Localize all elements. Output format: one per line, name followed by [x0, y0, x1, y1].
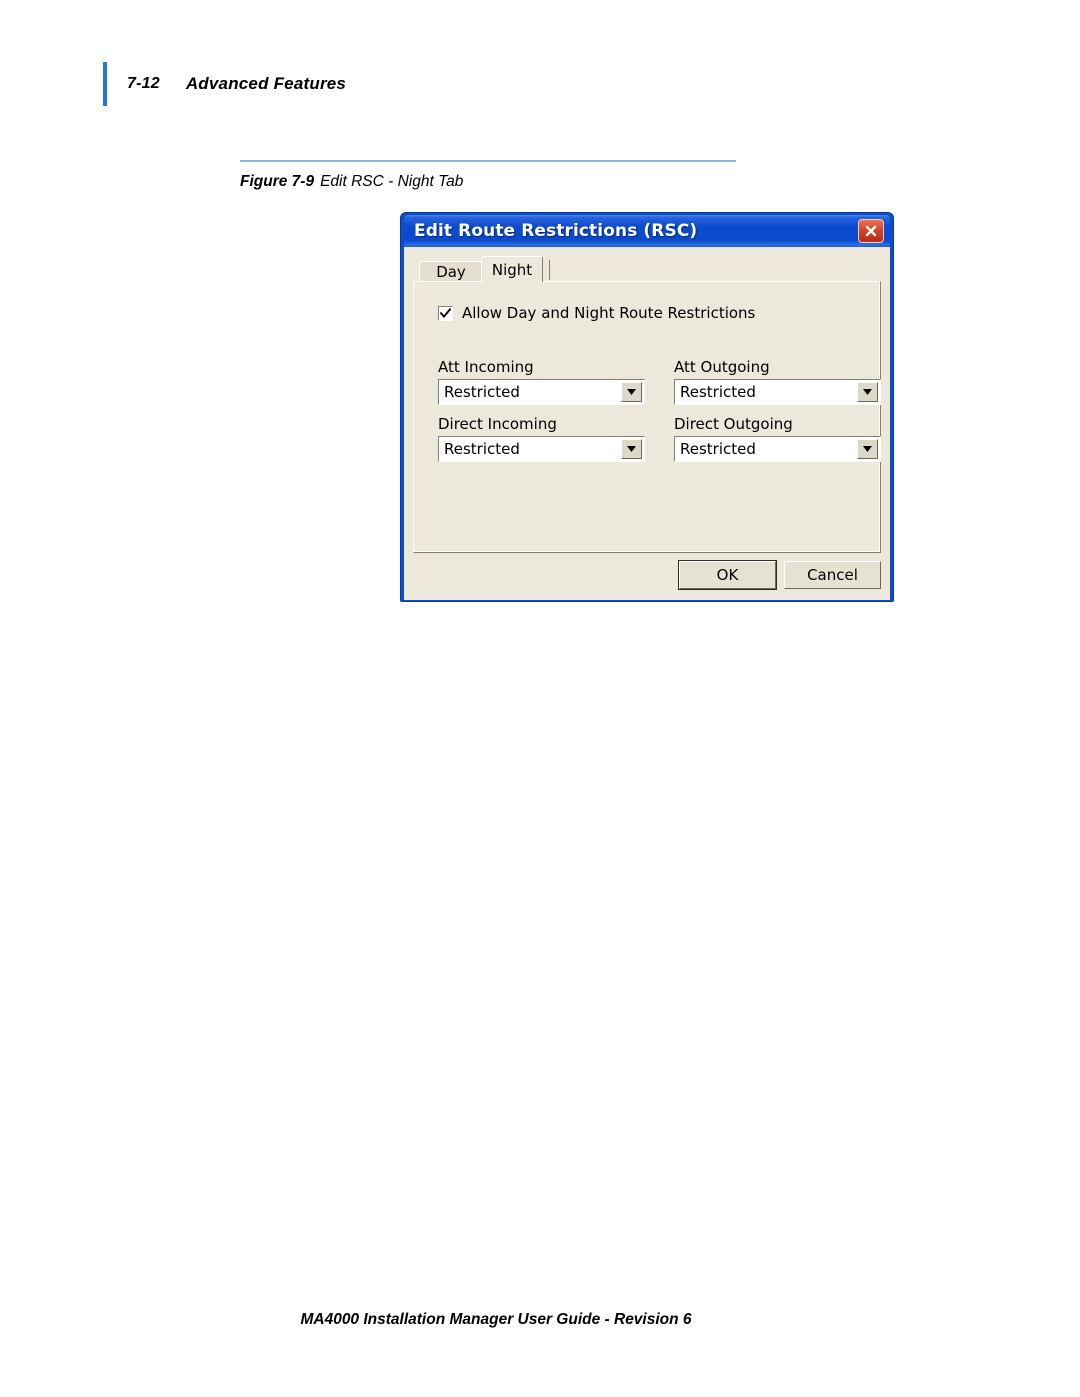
restriction-fields-grid: Att Incoming Restricted Att Outgoing Res…	[438, 358, 881, 462]
tab-night[interactable]: Night	[481, 256, 543, 282]
field-direct-incoming-label: Direct Incoming	[438, 415, 557, 433]
allow-day-night-checkbox[interactable]	[438, 305, 453, 321]
dialog-body: Day Night Allow Day and Night Route Rest…	[404, 247, 890, 600]
att-outgoing-value: Restricted	[680, 383, 756, 401]
tab-strip-end-marker	[549, 260, 550, 280]
att-incoming-select[interactable]: Restricted	[438, 379, 645, 405]
ok-button[interactable]: OK	[678, 560, 777, 590]
allow-day-night-row[interactable]: Allow Day and Night Route Restrictions	[438, 304, 880, 322]
field-att-incoming: Att Incoming Restricted	[438, 358, 668, 405]
dialog-button-row: OK Cancel	[678, 560, 881, 590]
allow-day-night-label: Allow Day and Night Route Restrictions	[462, 304, 756, 322]
figure-caption: Figure 7-9 Edit RSC - Night Tab	[240, 173, 940, 191]
edit-route-restrictions-dialog[interactable]: Edit Route Restrictions (RSC) Day Night	[400, 212, 894, 602]
figure-caption-block: Figure 7-9 Edit RSC - Night Tab	[240, 160, 940, 191]
checkmark-icon	[440, 307, 451, 318]
figure-caption-label: Figure 7-9	[240, 173, 315, 190]
dialog-title-bar[interactable]: Edit Route Restrictions (RSC)	[404, 215, 890, 247]
tab-night-label: Night	[491, 260, 533, 279]
direct-incoming-value: Restricted	[444, 440, 520, 458]
page-footer: MA4000 Installation Manager User Guide -…	[0, 1311, 1080, 1329]
att-incoming-value: Restricted	[444, 383, 520, 401]
figure-caption-title: Edit RSC - Night Tab	[320, 173, 464, 190]
chevron-down-icon[interactable]	[621, 382, 642, 402]
dialog-title: Edit Route Restrictions (RSC)	[414, 221, 698, 241]
chapter-title: Advanced Features	[185, 74, 347, 93]
direct-outgoing-select[interactable]: Restricted	[674, 436, 881, 462]
ok-button-label: OK	[716, 566, 739, 584]
field-direct-outgoing: Direct Outgoing Restricted	[674, 405, 904, 462]
chevron-down-icon[interactable]	[857, 439, 878, 459]
tab-day-label: Day	[436, 263, 466, 281]
page-number: 7-12	[127, 75, 160, 92]
field-direct-outgoing-label: Direct Outgoing	[674, 415, 793, 433]
direct-outgoing-value: Restricted	[680, 440, 756, 458]
caption-divider	[240, 160, 736, 162]
close-icon[interactable]	[858, 219, 884, 243]
header-text-group: 7-12 Advanced Features	[127, 62, 346, 106]
chevron-down-icon[interactable]	[621, 439, 642, 459]
tab-day[interactable]: Day	[419, 261, 483, 282]
att-outgoing-select[interactable]: Restricted	[674, 379, 881, 405]
field-att-outgoing: Att Outgoing Restricted	[674, 358, 904, 405]
header-accent-bar	[103, 62, 107, 106]
footer-text: MA4000 Installation Manager User Guide -…	[300, 1311, 692, 1328]
tab-strip: Day Night	[413, 256, 881, 282]
night-tab-panel: Allow Day and Night Route Restrictions A…	[413, 281, 881, 553]
direct-incoming-select[interactable]: Restricted	[438, 436, 645, 462]
field-att-incoming-label: Att Incoming	[438, 358, 534, 376]
cancel-button[interactable]: Cancel	[784, 561, 881, 589]
page-header: 7-12 Advanced Features	[103, 62, 346, 106]
field-direct-incoming: Direct Incoming Restricted	[438, 405, 668, 462]
field-att-outgoing-label: Att Outgoing	[674, 358, 770, 376]
cancel-button-label: Cancel	[807, 566, 858, 584]
chevron-down-icon[interactable]	[857, 382, 878, 402]
